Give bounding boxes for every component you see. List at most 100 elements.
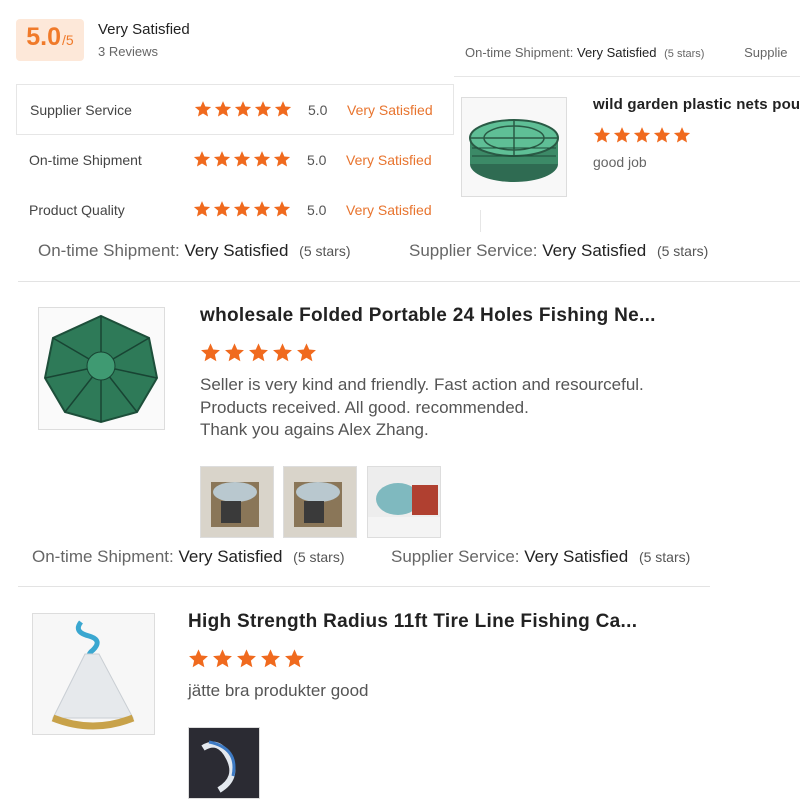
supplier-meta: Supplier Service: Very Satisfied (5 star…	[391, 547, 690, 567]
overall-score-max: /5	[62, 32, 74, 48]
star-icon	[613, 127, 631, 143]
star-rating	[193, 150, 291, 168]
shipment-label: On-time Shipment:	[32, 547, 174, 566]
star-icon	[653, 127, 671, 143]
star-icon	[237, 649, 256, 668]
star-icon	[225, 343, 244, 362]
rating-label: On-time Shipment	[29, 152, 142, 168]
star-icon	[194, 101, 212, 117]
supplier-label: Supplier Service:	[409, 241, 538, 260]
star-icon	[274, 101, 292, 117]
photo-image	[201, 467, 273, 537]
star-icon	[249, 343, 268, 362]
shipment-value: Very Satisfied	[577, 45, 657, 60]
overall-score: 5.0	[26, 23, 62, 51]
review-photo[interactable]	[188, 727, 260, 799]
rating-label: Supplier Service	[30, 102, 132, 118]
supplier-label: Supplier Service:	[391, 547, 520, 566]
review-star-rating	[200, 342, 317, 363]
comment-line: Products received. All good. recommended…	[200, 397, 529, 417]
supplier-meta: Supplier Service: Very Satisfied (5 star…	[409, 241, 708, 261]
star-icon	[234, 101, 252, 117]
comment-line: Thank you agains Alex Zhang.	[200, 420, 429, 439]
star-icon	[273, 343, 292, 362]
star-icon	[285, 649, 304, 668]
star-icon	[253, 151, 271, 167]
review-photo[interactable]	[367, 466, 441, 538]
star-icon	[233, 201, 251, 217]
star-icon	[633, 127, 651, 143]
star-icon	[253, 201, 271, 217]
product-thumbnail[interactable]	[461, 97, 567, 197]
product-title-link[interactable]: High Strength Radius 11ft Tire Line Fish…	[188, 611, 637, 633]
rating-score: 5.0	[307, 202, 327, 218]
rating-text: Very Satisfied	[346, 152, 432, 168]
review-comment: Seller is very kind and friendly. Fast a…	[200, 374, 644, 442]
star-icon	[193, 201, 211, 217]
divider	[18, 281, 800, 282]
divider	[454, 76, 800, 77]
star-icon	[201, 343, 220, 362]
rating-score: 5.0	[308, 102, 328, 118]
rating-text: Very Satisfied	[346, 202, 432, 218]
rating-row-supplier-service: Supplier Service 5.0 Very Satisfied	[16, 85, 454, 135]
star-icon	[673, 127, 691, 143]
shipment-stars: (5 stars)	[293, 549, 345, 565]
supplier-value: Very Satisfied	[542, 241, 647, 260]
rating-row-on-time-shipment: On-time Shipment 5.0 Very Satisfied	[16, 135, 454, 185]
star-icon	[213, 151, 231, 167]
star-icon	[213, 649, 232, 668]
supplier-stars: (5 stars)	[656, 243, 709, 259]
star-icon	[214, 101, 232, 117]
photo-image	[284, 467, 356, 537]
star-icon	[261, 649, 280, 668]
product-title-link[interactable]: wholesale Folded Portable 24 Holes Fishi…	[200, 305, 656, 327]
rating-breakdown: Supplier Service 5.0 Very Satisfied On-t…	[16, 84, 454, 235]
star-icon	[273, 201, 291, 217]
supplier-value: Very Satisfied	[524, 547, 629, 566]
umbrella-net-image	[43, 314, 159, 424]
shipment-meta: On-time Shipment: Very Satisfied (5 star…	[38, 241, 351, 261]
rating-label: Product Quality	[29, 202, 125, 218]
shipment-value: Very Satisfied	[178, 547, 283, 566]
supplier-stars: (5 stars)	[638, 549, 691, 565]
review-photo[interactable]	[283, 466, 357, 538]
trap-net-image	[469, 119, 559, 182]
review-star-rating	[188, 648, 305, 669]
star-icon	[297, 343, 316, 362]
shipment-label: On-time Shipment:	[465, 45, 574, 60]
divider	[18, 586, 710, 587]
summary-title: Very Satisfied	[98, 21, 190, 38]
star-icon	[189, 649, 208, 668]
star-rating	[193, 200, 291, 218]
star-icon	[233, 151, 251, 167]
rating-text: Very Satisfied	[347, 102, 433, 118]
cast-net-image	[33, 614, 154, 734]
product-title-link[interactable]: wild garden plastic nets poult	[593, 96, 800, 113]
rating-score: 5.0	[307, 152, 327, 168]
review-photo[interactable]	[200, 466, 274, 538]
review-comment: jätte bra produkter good	[188, 681, 369, 700]
photo-image	[368, 467, 440, 537]
review-star-rating	[593, 126, 691, 144]
top-review-meta: On-time Shipment: Very Satisfied (5 star…	[465, 45, 787, 60]
star-icon	[254, 101, 272, 117]
rating-row-product-quality: Product Quality 5.0 Very Satisfied	[16, 185, 454, 235]
star-icon	[213, 201, 231, 217]
shipment-meta: On-time Shipment: Very Satisfied (5 star…	[32, 547, 345, 567]
overall-score-badge: 5.0/5	[16, 19, 84, 61]
divider	[480, 210, 481, 232]
star-icon	[593, 127, 611, 143]
shipment-stars: (5 stars)	[664, 48, 705, 60]
shipment-label: On-time Shipment:	[38, 241, 180, 260]
shipment-value: Very Satisfied	[184, 241, 289, 260]
photo-image	[189, 728, 259, 798]
review-count: 3 Reviews	[98, 44, 158, 59]
product-thumbnail[interactable]	[38, 307, 165, 430]
star-icon	[193, 151, 211, 167]
comment-line: Seller is very kind and friendly. Fast a…	[200, 375, 644, 394]
product-thumbnail[interactable]	[32, 613, 155, 735]
star-rating	[194, 100, 292, 118]
star-icon	[273, 151, 291, 167]
shipment-stars: (5 stars)	[299, 243, 351, 259]
